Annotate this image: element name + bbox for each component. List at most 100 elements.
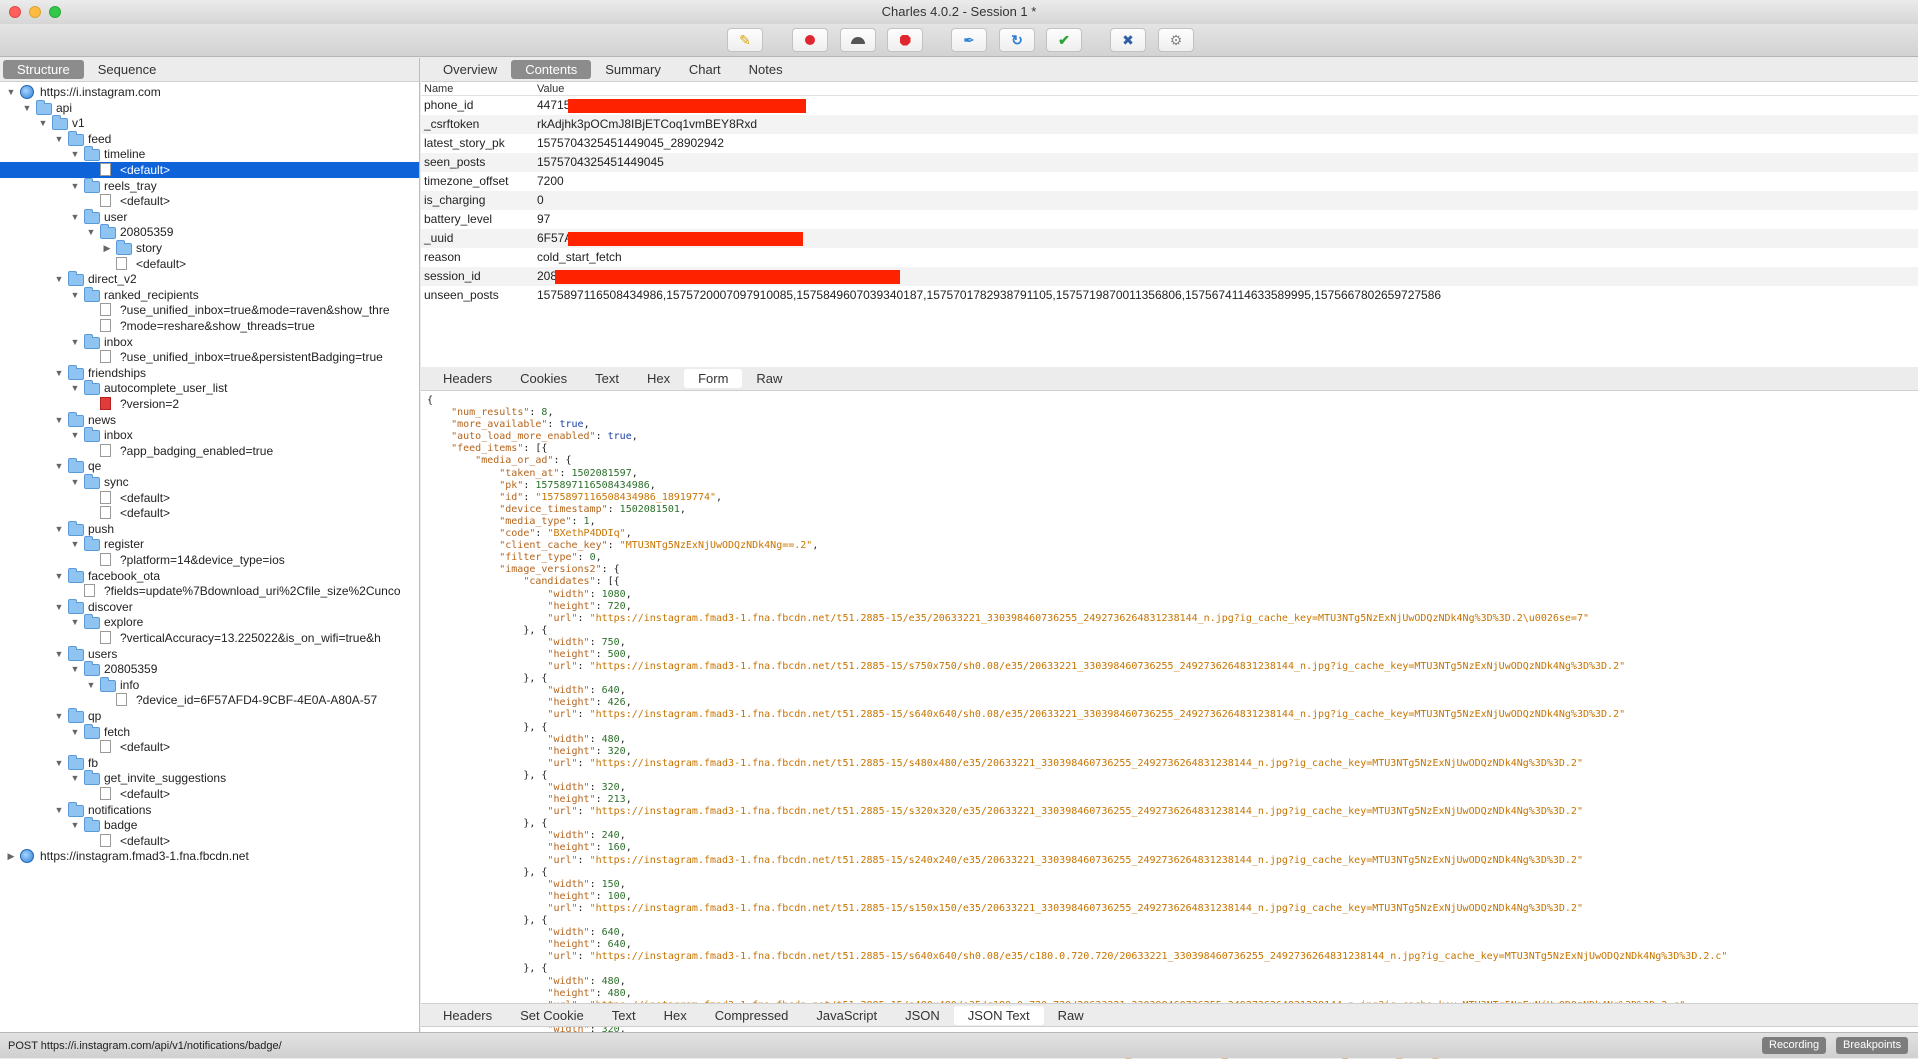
maximize-window-button[interactable] (49, 6, 61, 18)
disclosure-open-icon[interactable]: ▼ (54, 646, 64, 662)
disclosure-open-icon[interactable]: ▼ (54, 755, 64, 771)
tree-node[interactable]: ▼ api (0, 99, 419, 116)
tree-node[interactable]: ▼ 20805359 (0, 224, 419, 240)
breakpoints-status-button[interactable]: Breakpoints (1836, 1037, 1909, 1054)
disclosure-open-icon[interactable]: ▼ (54, 802, 64, 818)
tree-node[interactable]: <default> (0, 256, 419, 272)
tree-node[interactable]: ▼ notifications (0, 801, 419, 818)
tree-node[interactable]: ▼ users (0, 645, 419, 662)
tree-node[interactable]: <default> (0, 505, 419, 521)
disclosure-open-icon[interactable]: ▼ (70, 427, 80, 443)
disclosure-open-icon[interactable]: ▼ (22, 100, 32, 116)
response-tab-text[interactable]: Text (598, 1006, 650, 1025)
repeat-button[interactable]: ↻ (999, 28, 1035, 52)
recording-button[interactable]: Recording (1762, 1037, 1827, 1054)
tab-contents[interactable]: Contents (511, 60, 592, 79)
tree-node[interactable]: ?mode=reshare&show_threads=true (0, 318, 419, 334)
disclosure-open-icon[interactable]: ▼ (70, 287, 80, 303)
table-row[interactable]: _csrftoken rkAdjhk3pOCmJ8IBjETCoq1vmBEY8R… (421, 115, 1918, 134)
tree-node[interactable]: ▼ timeline (0, 146, 419, 162)
table-row[interactable]: session_id 208 (421, 267, 1918, 286)
compose-button[interactable]: ✒ (951, 28, 987, 52)
request-tab-hex[interactable]: Hex (633, 369, 684, 388)
table-row[interactable]: unseen_posts 1575897116508434986,15757200… (421, 286, 1918, 305)
disclosure-open-icon[interactable]: ▼ (70, 724, 80, 740)
tree-node[interactable]: ▶ https://instagram.fmad3-1.fna.fbcdn.net (0, 848, 419, 864)
disclosure-open-icon[interactable]: ▼ (54, 708, 64, 724)
tools-button[interactable]: ✖ (1110, 28, 1146, 52)
disclosure-open-icon[interactable]: ▼ (54, 412, 64, 428)
tree-node[interactable]: ?use_unified_inbox=true&mode=raven&show_… (0, 302, 419, 318)
throttle-button[interactable] (840, 28, 876, 52)
disclosure-open-icon[interactable]: ▼ (70, 536, 80, 552)
tree-node[interactable]: ▼ fb (0, 754, 419, 771)
tab-notes[interactable]: Notes (735, 60, 797, 79)
tree-node[interactable]: ▼ badge (0, 817, 419, 833)
breakpoints-button[interactable] (887, 28, 923, 52)
tree-node[interactable]: ▼ explore (0, 614, 419, 630)
tree-node[interactable]: <default> (0, 162, 419, 178)
response-tab-set-cookie[interactable]: Set Cookie (506, 1006, 598, 1025)
tab-sequence[interactable]: Sequence (84, 60, 171, 79)
tree-node[interactable]: ▼ feed (0, 130, 419, 147)
disclosure-open-icon[interactable]: ▼ (54, 599, 64, 615)
table-row[interactable]: seen_posts 1575704325451449045 (421, 153, 1918, 172)
disclosure-open-icon[interactable]: ▼ (54, 365, 64, 381)
disclosure-closed-icon[interactable]: ▶ (102, 240, 112, 256)
response-tab-headers[interactable]: Headers (429, 1006, 506, 1025)
tree-node[interactable]: ▼ friendships (0, 364, 419, 381)
tab-overview[interactable]: Overview (429, 60, 511, 79)
tree-node[interactable]: ?platform=14&device_type=ios (0, 552, 419, 568)
minimize-window-button[interactable] (29, 6, 41, 18)
disclosure-open-icon[interactable]: ▼ (54, 271, 64, 287)
tree-node[interactable]: ?app_badging_enabled=true (0, 443, 419, 459)
disclosure-open-icon[interactable]: ▼ (70, 209, 80, 225)
response-tab-raw[interactable]: Raw (1044, 1006, 1098, 1025)
disclosure-open-icon[interactable]: ▼ (70, 178, 80, 194)
request-tab-raw[interactable]: Raw (742, 369, 796, 388)
response-tab-compressed[interactable]: Compressed (701, 1006, 803, 1025)
clear-session-button[interactable]: ✎ (727, 28, 763, 52)
tree-node[interactable]: ▼ autocomplete_user_list (0, 380, 419, 396)
disclosure-open-icon[interactable]: ▼ (38, 115, 48, 131)
disclosure-open-icon[interactable]: ▼ (70, 661, 80, 677)
tree-node[interactable]: ?fields=update%7Bdownload_uri%2Cfile_siz… (0, 583, 419, 599)
disclosure-open-icon[interactable]: ▼ (70, 380, 80, 396)
tab-chart[interactable]: Chart (675, 60, 735, 79)
disclosure-open-icon[interactable]: ▼ (70, 474, 80, 490)
table-row[interactable]: latest_story_pk 1575704325451449045_28902… (421, 134, 1918, 153)
tree-node[interactable]: ?verticalAccuracy=13.225022&is_on_wifi=t… (0, 630, 419, 646)
table-row[interactable]: reason cold_start_fetch (421, 248, 1918, 267)
request-tab-form[interactable]: Form (684, 369, 743, 388)
tree-node[interactable]: ▼ discover (0, 598, 419, 615)
tree-node[interactable]: ▼ https://i.instagram.com (0, 84, 419, 100)
tree-node[interactable]: ▼ v1 (0, 115, 419, 131)
request-tab-headers[interactable]: Headers (429, 369, 506, 388)
record-button[interactable] (792, 28, 828, 52)
tree-node[interactable]: ▼ register (0, 536, 419, 552)
tree-node[interactable]: ▼ 20805359 (0, 661, 419, 677)
response-tab-hex[interactable]: Hex (650, 1006, 701, 1025)
tree-node[interactable]: ▼ ranked_recipients (0, 286, 419, 303)
response-tab-json-text[interactable]: JSON Text (953, 1005, 1044, 1025)
tree-node[interactable]: ▼ inbox (0, 427, 419, 443)
disclosure-open-icon[interactable]: ▼ (6, 84, 16, 100)
column-name-header[interactable]: Name (424, 82, 453, 96)
tab-structure[interactable]: Structure (3, 60, 84, 79)
tree-node[interactable]: <default> (0, 193, 419, 209)
disclosure-open-icon[interactable]: ▼ (70, 614, 80, 630)
settings-button[interactable]: ⚙ (1158, 28, 1194, 52)
tree-node[interactable]: ▼ direct_v2 (0, 271, 419, 287)
tree-node[interactable]: ▼ inbox (0, 333, 419, 350)
tree-node[interactable]: ▼ info (0, 676, 419, 693)
tree-node[interactable]: ▼ fetch (0, 723, 419, 740)
disclosure-open-icon[interactable]: ▼ (54, 458, 64, 474)
tree-node[interactable]: ▼ push (0, 520, 419, 537)
disclosure-open-icon[interactable]: ▼ (70, 334, 80, 350)
response-tab-json[interactable]: JSON (891, 1006, 954, 1025)
tree-node[interactable]: ▼ qe (0, 458, 419, 474)
column-value-header[interactable]: Value (537, 82, 564, 96)
response-tab-javascript[interactable]: JavaScript (802, 1006, 891, 1025)
table-row[interactable]: phone_id 44715 (421, 96, 1918, 115)
tree-node[interactable]: ▶ story (0, 240, 419, 256)
